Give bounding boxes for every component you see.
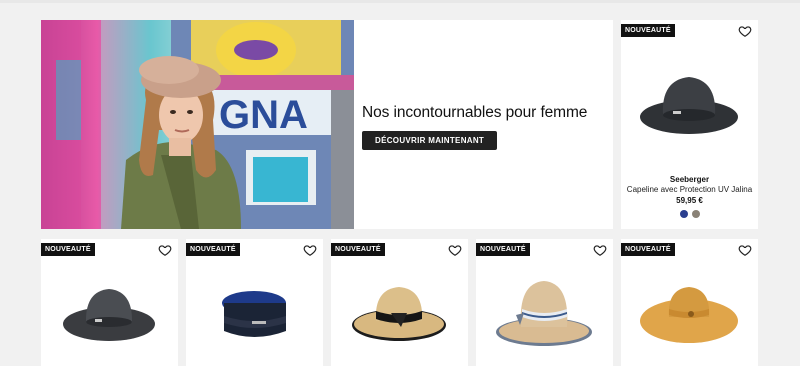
color-swatch-taupe[interactable] xyxy=(691,210,700,218)
svg-text:GNA: GNA xyxy=(219,93,308,137)
new-badge: NOUVEAUTÉ xyxy=(331,243,385,256)
product-card[interactable]: NOUVEAUTÉ xyxy=(331,239,468,366)
hero-image: GNA xyxy=(41,20,354,229)
product-card[interactable]: NOUVEAUTÉ xyxy=(41,239,178,366)
product-brand: Seeberger xyxy=(669,175,710,184)
new-badge: NOUVEAUTÉ xyxy=(621,24,675,37)
heart-icon[interactable] xyxy=(738,243,752,257)
discover-now-button[interactable]: DÉCOUVRIR MAINTENANT xyxy=(362,131,498,150)
product-image[interactable] xyxy=(59,279,159,349)
product-image[interactable] xyxy=(639,65,739,145)
heart-icon[interactable] xyxy=(158,243,172,257)
product-name[interactable]: Capeline avec Protection UV Jalina xyxy=(621,185,758,194)
heart-icon[interactable] xyxy=(303,243,317,257)
new-badge: NOUVEAUTÉ xyxy=(41,243,95,256)
product-image[interactable] xyxy=(204,281,304,351)
new-badge: NOUVEAUTÉ xyxy=(186,243,240,256)
product-card[interactable]: NOUVEAUTÉ xyxy=(621,239,758,366)
new-badge: NOUVEAUTÉ xyxy=(476,243,530,256)
heart-icon[interactable] xyxy=(448,243,462,257)
product-image[interactable] xyxy=(639,279,739,351)
product-card[interactable]: NOUVEAUTÉ xyxy=(476,239,613,366)
heart-icon[interactable] xyxy=(593,243,607,257)
hero-text: Nos incontournables pour femme DÉCOUVRIR… xyxy=(362,104,587,150)
hero-title: Nos incontournables pour femme xyxy=(362,104,588,121)
product-image[interactable] xyxy=(494,277,594,352)
product-price: 59,95 € xyxy=(676,196,703,205)
product-card-featured[interactable]: NOUVEAUTÉ Seeberger Capeline avec Protec… xyxy=(621,20,758,229)
product-card[interactable]: NOUVEAUTÉ xyxy=(186,239,323,366)
top-divider xyxy=(0,0,800,3)
color-swatches xyxy=(621,210,758,218)
hero-banner: GNA Nos incontournables pour femme DÉCOU… xyxy=(41,20,613,229)
product-image[interactable] xyxy=(349,279,449,349)
heart-icon[interactable] xyxy=(738,24,752,38)
color-swatch-blue[interactable] xyxy=(679,210,688,218)
new-badge: NOUVEAUTÉ xyxy=(621,243,675,256)
